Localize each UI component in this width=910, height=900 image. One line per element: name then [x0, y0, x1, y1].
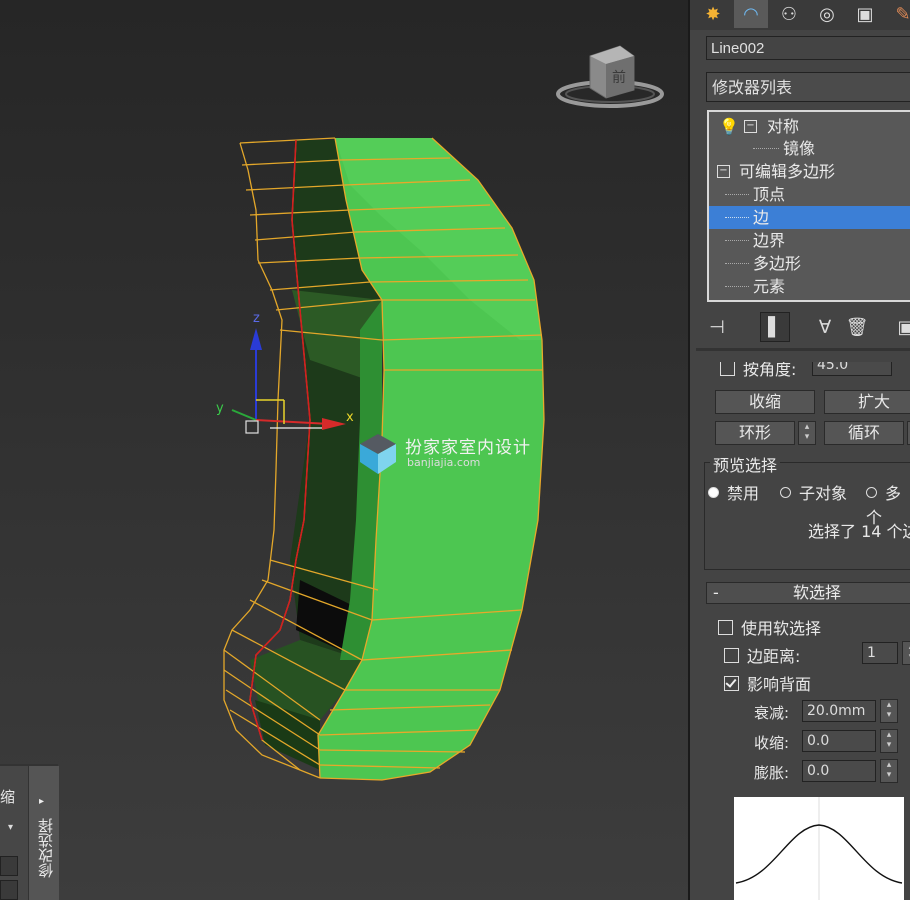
configure-sets-icon[interactable]: ▣: [898, 312, 910, 342]
edge-distance-checkbox[interactable]: 边距离:: [724, 643, 800, 667]
modify-icon[interactable]: ◠: [734, 0, 768, 28]
soft-selection-rollout-header[interactable]: - 软选择: [706, 582, 910, 604]
viewcube-front-label: 前: [612, 69, 626, 86]
lightbulb-icon[interactable]: 💡: [719, 115, 739, 138]
hierarchy-icon[interactable]: ⚇: [772, 0, 806, 28]
modify-selection-label: 修改选择: [37, 818, 55, 878]
stack-item-element[interactable]: 元素: [709, 275, 910, 298]
perspective-viewport[interactable]: 前 z x y 扮家家室内设计 banjiajia.com 缩 ▾ ▸ 修改选择: [0, 0, 688, 900]
command-panel: ✸ ◠ ⚇ ◎ ▣ ✎ Line002 修改器列表 💡 − 对称 镜像 − 可编…: [688, 0, 910, 900]
pinch-field[interactable]: 0.0: [802, 730, 876, 752]
make-unique-icon[interactable]: ∀: [812, 312, 838, 342]
stack-item-label: 顶点: [753, 185, 786, 204]
stack-item-polygon[interactable]: 多边形: [709, 252, 910, 275]
left-panel-button[interactable]: [0, 856, 18, 876]
object-name-field[interactable]: Line002: [706, 36, 910, 60]
affect-backfacing-checkbox[interactable]: 影响背面: [724, 671, 811, 695]
loop-button[interactable]: 循环: [824, 421, 904, 445]
grow-button[interactable]: 扩大: [824, 390, 910, 414]
pinch-spinner[interactable]: ▴ ▾: [880, 729, 898, 753]
stack-item-editable-poly[interactable]: − 可编辑多边形: [709, 160, 910, 183]
expand-arrow-icon: ▸: [39, 796, 45, 807]
tree-line: [725, 263, 749, 264]
modifier-stack: 💡 − 对称 镜像 − 可编辑多边形 顶点 边 边界 多边形 元素: [707, 110, 910, 302]
pin-stack-icon[interactable]: ⊣: [704, 312, 730, 342]
preview-selection-title: 预览选择: [710, 452, 781, 476]
pinch-label: 收缩:: [754, 734, 790, 752]
left-partial-panel: 缩 ▾ ▸ 修改选择: [0, 764, 59, 900]
dropdown-arrow-icon[interactable]: ▾: [8, 822, 13, 833]
command-panel-tabs: ✸ ◠ ⚇ ◎ ▣ ✎: [690, 0, 910, 30]
stack-toolbar: ⊣ ▌ ∀ 🗑 ▣: [704, 312, 910, 342]
x-axis-label: x: [346, 410, 354, 425]
create-icon[interactable]: ✸: [696, 0, 730, 28]
watermark-url: banjiajia.com: [407, 456, 481, 469]
soft-selection-title: 软选择: [793, 583, 842, 602]
stack-item-symmetry[interactable]: 💡 − 对称: [709, 115, 910, 138]
by-angle-row: 按角度: 45.0: [716, 362, 910, 382]
watermark-text: 扮家家室内设计: [405, 438, 531, 458]
tree-line: [725, 217, 749, 218]
display-icon[interactable]: ▣: [848, 0, 882, 28]
collapse-icon[interactable]: −: [717, 165, 730, 178]
modifier-list-dropdown[interactable]: 修改器列表: [706, 72, 910, 102]
shrink-button[interactable]: 收缩: [715, 390, 815, 414]
show-end-result-icon[interactable]: ▌: [760, 312, 790, 342]
by-angle-checkbox[interactable]: 按角度:: [720, 362, 796, 380]
selection-status-text: 选择了 14 个边: [808, 522, 910, 541]
z-axis-label: z: [253, 311, 260, 326]
use-soft-selection-checkbox[interactable]: 使用软选择: [718, 615, 821, 639]
left-panel-label: 缩: [0, 788, 16, 806]
y-axis-label: y: [216, 401, 224, 416]
falloff-label: 衰减:: [754, 704, 790, 722]
stack-item-edge[interactable]: 边: [709, 206, 910, 229]
ring-spinner[interactable]: ▴ ▾: [798, 421, 816, 445]
collapse-icon[interactable]: −: [744, 120, 757, 133]
stack-item-label: 镜像: [783, 139, 816, 158]
bubble-field[interactable]: 0.0: [802, 760, 876, 782]
left-panel-button-2[interactable]: [0, 880, 18, 900]
preview-subobject-radio[interactable]: 子对象: [780, 480, 847, 504]
edge-distance-field[interactable]: 1: [862, 642, 898, 664]
falloff-spinner[interactable]: ▴ ▾: [880, 699, 898, 723]
edge-distance-spinner[interactable]: ▴▾: [902, 641, 910, 665]
viewcube[interactable]: 前: [556, 45, 664, 108]
remove-modifier-icon[interactable]: 🗑: [844, 312, 870, 342]
preview-off-radio[interactable]: 禁用: [708, 480, 759, 504]
stack-item-label: 多边形: [753, 254, 802, 273]
falloff-field[interactable]: 20.0mm: [802, 700, 876, 722]
collapse-icon: -: [713, 583, 719, 602]
utilities-icon[interactable]: ✎: [886, 0, 910, 28]
stack-item-vertex[interactable]: 顶点: [709, 183, 910, 206]
modify-selection-tab[interactable]: ▸ 修改选择: [28, 766, 59, 900]
ring-button[interactable]: 环形: [715, 421, 795, 445]
scene-canvas[interactable]: 前 z x y: [0, 0, 688, 900]
stack-item-label: 元素: [753, 277, 786, 296]
stack-item-label: 边界: [753, 231, 786, 250]
tree-line: [725, 286, 749, 287]
stack-item-label: 边: [753, 208, 770, 227]
angle-field[interactable]: 45.0: [812, 362, 892, 376]
motion-icon[interactable]: ◎: [810, 0, 844, 28]
bubble-label: 膨胀:: [754, 764, 790, 782]
stack-item-mirror[interactable]: 镜像: [709, 137, 910, 160]
tree-line: [725, 240, 749, 241]
tree-line: [725, 194, 749, 195]
tree-line: [753, 148, 779, 149]
stack-item-label: 可编辑多边形: [739, 162, 836, 181]
stack-item-border[interactable]: 边界: [709, 229, 910, 252]
bubble-spinner[interactable]: ▴ ▾: [880, 759, 898, 783]
panel-divider: [696, 348, 910, 351]
stack-item-label: 对称: [767, 117, 800, 136]
falloff-curve-graph: [734, 797, 904, 900]
